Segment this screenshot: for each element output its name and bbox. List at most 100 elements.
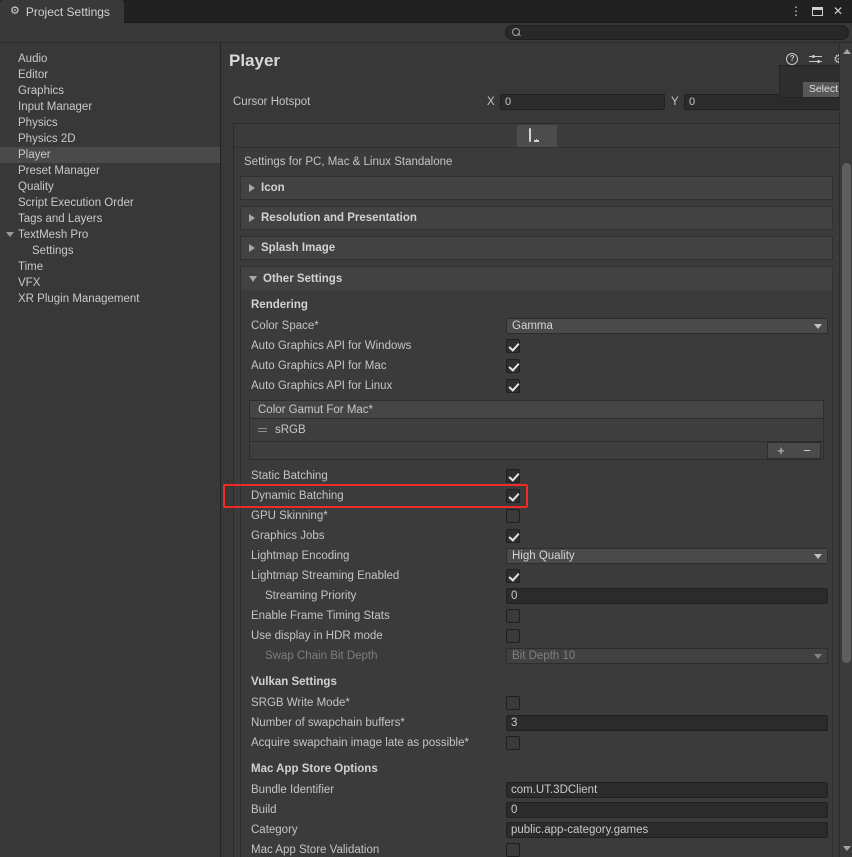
row-acquire-swapchain-late: Acquire swapchain image late as possible…: [241, 733, 832, 753]
row-gpu-skinning: GPU Skinning*: [241, 506, 832, 526]
add-button[interactable]: +: [768, 443, 794, 458]
cursor-hotspot-x: X 0: [487, 94, 665, 110]
sidebar-item-script-execution-order[interactable]: Script Execution Order: [0, 195, 220, 211]
chevron-right-icon: [249, 244, 255, 252]
sidebar-item-physics-2d[interactable]: Physics 2D: [0, 131, 220, 147]
sidebar-item-audio[interactable]: Audio: [0, 51, 220, 67]
sidebar-item-quality[interactable]: Quality: [0, 179, 220, 195]
select-button[interactable]: Select: [802, 82, 844, 97]
graphics-jobs-label: Graphics Jobs: [251, 530, 325, 542]
sidebar-item-tags-and-layers[interactable]: Tags and Layers: [0, 211, 220, 227]
chevron-down-icon: [814, 323, 822, 329]
sidebar-item-editor[interactable]: Editor: [0, 67, 220, 83]
sidebar-item-label: Time: [18, 261, 44, 273]
cursor-hotspot-x-input[interactable]: 0: [500, 94, 665, 110]
row-lightmap-encoding: Lightmap Encoding High Quality: [241, 546, 832, 566]
color-gamut-header: Color Gamut For Mac*: [249, 400, 824, 419]
sidebar-item-input-manager[interactable]: Input Manager: [0, 99, 220, 115]
sidebar-item-time[interactable]: Time: [0, 259, 220, 275]
foldout-label: Other Settings: [263, 272, 343, 285]
sidebar-item-graphics[interactable]: Graphics: [0, 83, 220, 99]
chevron-down-icon: [814, 553, 822, 559]
scroll-down-arrow-icon[interactable]: [843, 846, 851, 851]
close-icon[interactable]: ✕: [833, 5, 843, 17]
gpu-skinning-checkbox[interactable]: [506, 509, 520, 523]
drag-handle-icon[interactable]: [258, 427, 267, 434]
help-icon[interactable]: ?: [786, 53, 799, 65]
scrollbar-thumb[interactable]: [842, 163, 851, 663]
dynamic-batching-checkbox[interactable]: [506, 489, 520, 503]
srgb-write-mode-checkbox[interactable]: [506, 696, 520, 710]
swapchain-buffers-input[interactable]: 3: [506, 715, 828, 731]
auto-api-windows-checkbox[interactable]: [506, 339, 520, 353]
y-axis-label: Y: [671, 96, 679, 108]
graphics-jobs-checkbox[interactable]: [506, 529, 520, 543]
sidebar-item-xr-plugin-management[interactable]: XR Plugin Management: [0, 291, 220, 307]
search-row: [0, 23, 852, 43]
maximize-icon[interactable]: [811, 6, 823, 16]
chevron-down-icon[interactable]: [6, 232, 14, 237]
build-input[interactable]: 0: [506, 802, 828, 818]
lightmap-encoding-label: Lightmap Encoding: [251, 550, 350, 562]
foldout-label: Resolution and Presentation: [261, 212, 417, 224]
foldout-splash-image[interactable]: Splash Image: [240, 236, 833, 260]
x-axis-label: X: [487, 96, 495, 108]
sidebar-item-textmesh-pro-settings[interactable]: Settings: [0, 243, 220, 259]
auto-api-mac-checkbox[interactable]: [506, 359, 520, 373]
presets-icon[interactable]: [809, 53, 823, 65]
sidebar-item-player[interactable]: Player: [0, 147, 220, 163]
acquire-swapchain-late-label: Acquire swapchain image late as possible…: [251, 737, 469, 749]
search-box[interactable]: [505, 25, 849, 40]
frame-timing-stats-checkbox[interactable]: [506, 609, 520, 623]
lightmap-encoding-dropdown[interactable]: High Quality: [506, 548, 828, 564]
acquire-swapchain-late-checkbox[interactable]: [506, 736, 520, 750]
foldout-icon[interactable]: Icon: [240, 176, 833, 200]
row-swapchain-buffers: Number of swapchain buffers* 3: [241, 713, 832, 733]
platform-tab-standalone[interactable]: [516, 124, 557, 147]
platform-inspector: Settings for PC, Mac & Linux Standalone …: [233, 123, 840, 857]
sidebar-item-textmesh-pro[interactable]: TextMesh Pro: [0, 227, 220, 243]
gear-icon: ⚙: [10, 5, 20, 17]
scroll-up-arrow-icon[interactable]: [843, 49, 851, 54]
frame-timing-stats-label: Enable Frame Timing Stats: [251, 610, 390, 622]
list-item-label: sRGB: [275, 424, 306, 436]
foldout-other-settings[interactable]: Other Settings: [240, 266, 833, 290]
color-gamut-footer: + −: [249, 442, 824, 460]
list-item[interactable]: sRGB: [250, 421, 823, 439]
auto-api-linux-checkbox[interactable]: [506, 379, 520, 393]
foldout-resolution-and-presentation[interactable]: Resolution and Presentation: [240, 206, 833, 230]
sidebar-item-label: Physics 2D: [18, 133, 76, 145]
remove-button[interactable]: −: [794, 443, 820, 458]
vertical-scrollbar[interactable]: [839, 43, 852, 857]
row-dynamic-batching: Dynamic Batching: [241, 486, 832, 506]
color-space-label: Color Space*: [251, 320, 319, 332]
hdr-mode-checkbox[interactable]: [506, 629, 520, 643]
cursor-hotspot-row: Cursor Hotspot X 0 Y 0: [221, 91, 852, 113]
category-input[interactable]: public.app-category.games: [506, 822, 828, 838]
sidebar-item-label: Settings: [32, 245, 74, 257]
color-gamut-list: Color Gamut For Mac* sRGB + −: [249, 400, 824, 460]
page-title: Player: [229, 51, 281, 70]
sidebar-item-label: Tags and Layers: [18, 213, 103, 225]
bundle-identifier-input[interactable]: com.UT.3DClient: [506, 782, 828, 798]
row-frame-timing-stats: Enable Frame Timing Stats: [241, 606, 832, 626]
tab-label: Project Settings: [25, 4, 110, 19]
settings-for-label: Settings for PC, Mac & Linux Standalone: [244, 156, 453, 168]
settings-category-sidebar: Audio Editor Graphics Input Manager Phys…: [0, 43, 221, 857]
sidebar-item-physics[interactable]: Physics: [0, 115, 220, 131]
lightmap-streaming-checkbox[interactable]: [506, 569, 520, 583]
mac-app-store-validation-checkbox[interactable]: [506, 843, 520, 857]
platform-tab-strip: [234, 124, 839, 148]
color-space-dropdown[interactable]: Gamma: [506, 318, 828, 334]
streaming-priority-input[interactable]: 0: [506, 588, 828, 604]
overflow-menu-icon[interactable]: ⋮: [790, 5, 802, 17]
static-batching-checkbox[interactable]: [506, 469, 520, 483]
tab-project-settings[interactable]: ⚙ Project Settings: [0, 0, 124, 23]
sidebar-item-preset-manager[interactable]: Preset Manager: [0, 163, 220, 179]
sidebar-item-label: XR Plugin Management: [18, 293, 140, 305]
group-title-rendering: Rendering: [251, 299, 308, 311]
object-field[interactable]: Select: [779, 65, 852, 98]
cursor-hotspot-label: Cursor Hotspot: [233, 96, 311, 108]
sidebar-item-vfx[interactable]: VFX: [0, 275, 220, 291]
search-input[interactable]: [525, 26, 842, 39]
